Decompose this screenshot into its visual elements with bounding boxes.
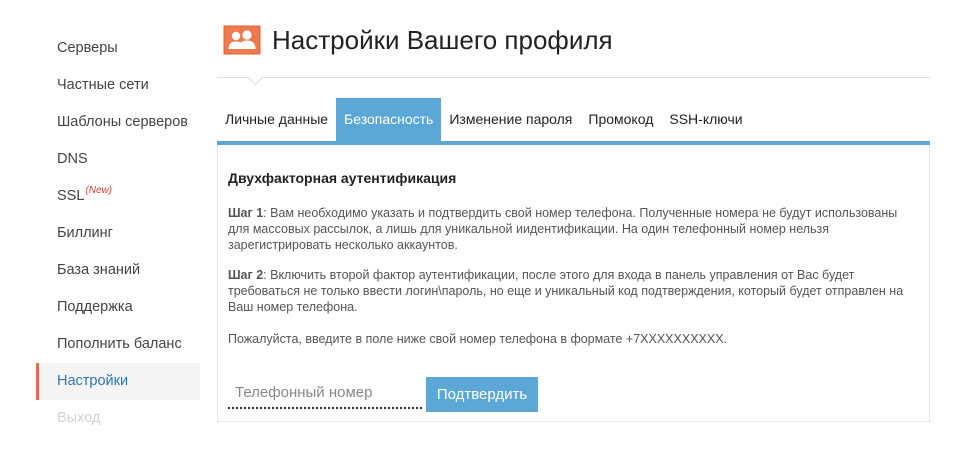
sidebar-item-label: Пополнить баланс [57,336,182,352]
step2-label: Шаг 2 [228,268,264,282]
sidebar-item-label: DNS [57,151,88,167]
sidebar-item-top-up-balance[interactable]: Пополнить баланс [36,326,200,363]
confirm-button[interactable]: Подтвердить [426,377,538,412]
sidebar-item-ssl[interactable]: SSL(New) [36,178,200,215]
new-badge: (New) [85,185,113,196]
tab-personal-data[interactable]: Личные данные [217,98,336,141]
phone-instruction: Пожалуйста, введите в поле ниже свой ном… [228,332,728,346]
page-title: Настройки Вашего профиля [272,25,613,55]
step2-text: : Включить второй фактор аутентификации,… [228,268,904,314]
sidebar-item-support[interactable]: Поддержка [36,289,200,326]
two-factor-title: Двухфакторная аутентификация [228,170,457,186]
sidebar-item-servers[interactable]: Серверы [36,30,200,67]
sidebar-item-label: Выход [57,410,101,426]
phone-input[interactable] [228,377,422,409]
sidebar-item-label: База знаний [57,262,141,278]
sidebar-item-billing[interactable]: Биллинг [36,215,200,252]
tab-ssh-keys[interactable]: SSH-ключи [661,98,750,141]
sidebar-item-dns[interactable]: DNS [36,141,200,178]
users-icon [222,24,262,56]
security-panel: Двухфакторная аутентификация Шаг 1: Вам … [217,145,930,422]
sidebar-item-label: SSL [57,188,85,204]
sidebar-item-logout[interactable]: Выход [36,400,200,437]
step1-text: : Вам необходимо указать и подтвердить с… [228,206,898,252]
sidebar-item-label: Настройки [57,373,129,389]
sidebar-item-label: Серверы [57,40,118,56]
tab-security[interactable]: Безопасность [336,98,442,141]
sidebar-item-settings[interactable]: Настройки [36,363,200,400]
sidebar-item-private-networks[interactable]: Частные сети [36,67,200,104]
tab-change-password[interactable]: Изменение пароля [441,98,580,141]
header-pointer [247,69,264,86]
sidebar-item-label: Поддержка [57,299,133,315]
tab-promo-code[interactable]: Промокод [580,98,661,141]
header-divider [217,77,930,78]
step1-label: Шаг 1 [228,206,264,220]
step2-paragraph: Шаг 2: Включить второй фактор аутентифик… [228,267,918,315]
sidebar-item-knowledge-base[interactable]: База знаний [36,252,200,289]
sidebar: Серверы Частные сети Шаблоны серверов DN… [36,30,200,437]
sidebar-item-label: Шаблоны серверов [57,114,188,130]
sidebar-item-label: Частные сети [57,77,149,93]
step1-paragraph: Шаг 1: Вам необходимо указать и подтверд… [228,205,918,253]
sidebar-item-label: Биллинг [57,225,113,241]
profile-tabs: Личные данные Безопасность Изменение пар… [217,98,751,141]
sidebar-item-server-templates[interactable]: Шаблоны серверов [36,104,200,141]
